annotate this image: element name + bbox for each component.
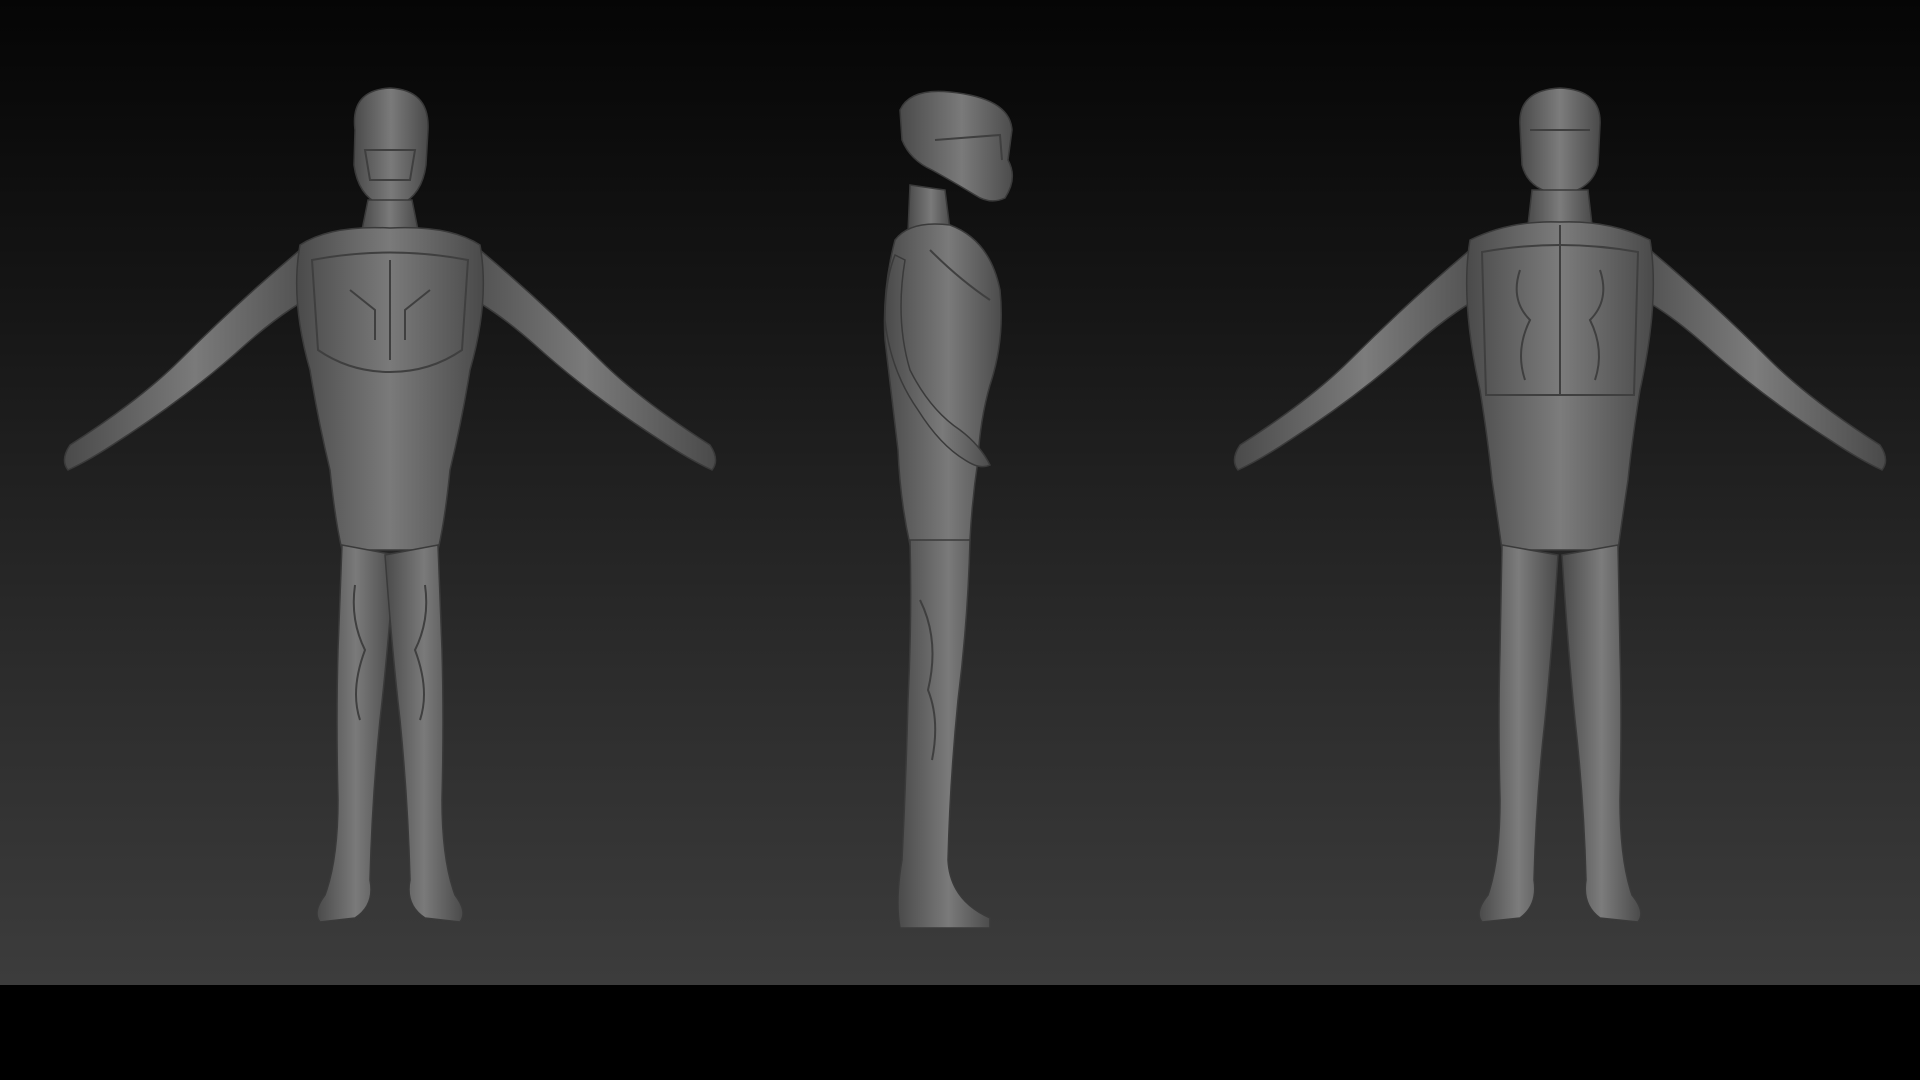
model-front-view [50, 0, 730, 985]
back-body-shape [1233, 87, 1887, 923]
model-back-view [1220, 0, 1900, 985]
letterbox-bar [0, 985, 1920, 1080]
side-body-shape [883, 90, 1014, 929]
front-body-shape [63, 87, 717, 923]
model-side-view [840, 0, 1080, 985]
viewport-canvas[interactable] [0, 0, 1920, 985]
